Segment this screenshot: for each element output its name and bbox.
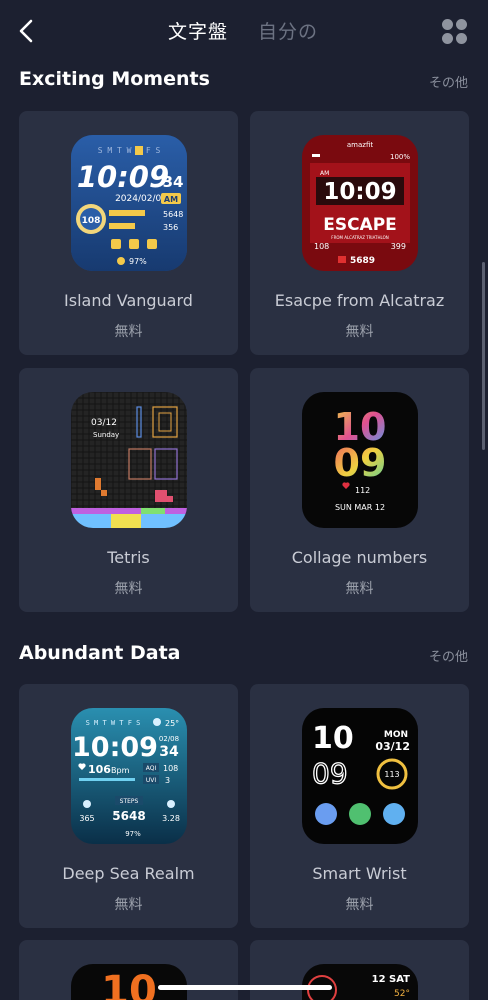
watch-face-price: 無料 <box>114 581 143 597</box>
section-title-abundant-data: Abundant Data <box>19 642 181 664</box>
bpm-value: 106 <box>88 763 111 776</box>
calorie-value: 356 <box>163 223 178 232</box>
steps-label: STEPS <box>120 798 139 805</box>
right-value: 399 <box>391 242 406 251</box>
watch-face-preview: 12 SAT 52° <box>302 964 418 1000</box>
right-value: 3.28 <box>162 814 180 823</box>
heart-value: 112 <box>355 486 370 495</box>
category-grid-icon[interactable] <box>442 19 468 45</box>
battery-value: 100% <box>390 153 410 161</box>
time-display: 10:09 <box>323 179 396 205</box>
watch-face-price: 無料 <box>114 897 143 913</box>
top-bar: 文字盤 自分の <box>0 0 488 62</box>
date-display: 03/12 <box>375 740 410 753</box>
minute-display: 09 <box>334 441 387 485</box>
battery-value: 97% <box>129 257 147 266</box>
section-title-exciting-moments: Exciting Moments <box>19 68 210 90</box>
watch-face-name: Esacpe from Alcatraz <box>274 291 445 310</box>
watch-face-preview: S M T W T F S 25° 10:09 02/08 34 106 Bpm… <box>71 708 187 844</box>
weekday-row: S M T W T F S <box>86 719 141 727</box>
watch-face-card-escape-from-alcatraz[interactable]: amazfit 100% AM 10:09 ESCAPE FROM ALCATR… <box>250 111 469 355</box>
date-display: 02/08 <box>159 735 179 743</box>
watch-face-preview: 10 09 112 SUN MAR 12 <box>302 392 418 528</box>
scrollbar[interactable] <box>482 262 485 450</box>
watch-face-name: Collage numbers <box>291 548 428 567</box>
watch-face-preview: 10 <box>71 964 187 1000</box>
watch-face-preview: 03/12 Sunday <box>71 392 187 528</box>
watch-face-price: 無料 <box>345 897 374 913</box>
steps-value: 5648 <box>163 210 183 219</box>
tab-mine[interactable]: 自分の <box>258 17 318 44</box>
ring-value: 113 <box>384 770 399 779</box>
steps-value: 5648 <box>112 809 145 823</box>
temperature-value: 25° <box>165 719 179 728</box>
watch-face-card-tetris[interactable]: 03/12 Sunday Tetris 無料 <box>19 368 238 612</box>
watch-face-preview: 10 MON 03/12 09 113 <box>302 708 418 844</box>
ampm-label: AM <box>320 170 329 177</box>
partial-temp: 52° <box>394 989 410 999</box>
left-value: 108 <box>314 242 329 251</box>
weekday-row: S M T W T F S <box>98 146 161 155</box>
home-indicator[interactable] <box>158 985 332 990</box>
time-display: 10:09 <box>77 160 169 194</box>
minute-display: 09 <box>312 757 348 790</box>
escape-subtitle: FROM ALCATRAZ TRIATHLON <box>331 235 388 240</box>
partial-date: 12 SAT <box>372 974 411 985</box>
left-value: 365 <box>79 814 94 823</box>
date-display: 2024/02/08 <box>115 194 167 204</box>
aqi-label: AQI <box>146 765 157 772</box>
battery-value: 97% <box>125 830 141 838</box>
watch-face-name: Smart Wrist <box>312 864 407 883</box>
watch-face-preview: S M T W T F S 10:09 34 2024/02/08 AM 108… <box>71 135 187 271</box>
watch-face-card-partial-right[interactable]: 12 SAT 52° <box>250 940 469 1000</box>
watch-face-name: Deep Sea Realm <box>62 864 195 883</box>
watch-face-card-smart-wrist[interactable]: 10 MON 03/12 09 113 Smart Wrist 無料 <box>250 684 469 928</box>
ring-value: 108 <box>82 216 101 226</box>
partial-digits: 10 <box>101 968 157 1000</box>
weekday-display: MON <box>384 730 408 740</box>
back-chevron-icon[interactable] <box>14 18 40 44</box>
watch-face-card-collage-numbers[interactable]: 10 09 112 SUN MAR 12 Collage numbers 無料 <box>250 368 469 612</box>
more-link-abundant-data[interactable]: その他 <box>429 646 468 665</box>
ampm-badge: AM <box>164 195 178 204</box>
watch-face-price: 無料 <box>345 581 374 597</box>
watch-face-preview: amazfit 100% AM 10:09 ESCAPE FROM ALCATR… <box>302 135 418 271</box>
escape-title: ESCAPE <box>323 215 397 235</box>
day-display: Sunday <box>93 431 119 439</box>
time-display: 10:09 <box>72 732 158 763</box>
uvi-value: 3 <box>165 776 170 785</box>
more-link-exciting-moments[interactable]: その他 <box>429 72 468 91</box>
watch-face-name: Island Vanguard <box>64 291 193 310</box>
watch-face-name: Tetris <box>107 548 150 567</box>
watch-face-price: 無料 <box>114 324 143 340</box>
watch-face-price: 無料 <box>345 324 374 340</box>
uvi-label: UVI <box>146 777 156 784</box>
steps-value: 5689 <box>350 256 375 266</box>
bpm-unit: Bpm <box>111 766 130 775</box>
hour-display: 10 <box>312 721 354 756</box>
watch-face-card-deep-sea-realm[interactable]: S M T W T F S 25° 10:09 02/08 34 106 Bpm… <box>19 684 238 928</box>
watch-face-card-island-vanguard[interactable]: S M T W T F S 10:09 34 2024/02/08 AM 108… <box>19 111 238 355</box>
brand-label: amazfit <box>347 141 373 149</box>
date-display: 03/12 <box>91 418 117 428</box>
seconds-display: 34 <box>159 744 179 760</box>
watch-face-card-partial-left[interactable]: 10 <box>19 940 238 1000</box>
aqi-value: 108 <box>163 764 178 773</box>
tab-watch-faces[interactable]: 文字盤 <box>168 17 228 44</box>
seconds-display: 34 <box>163 173 184 191</box>
date-display: SUN MAR 12 <box>335 503 385 512</box>
